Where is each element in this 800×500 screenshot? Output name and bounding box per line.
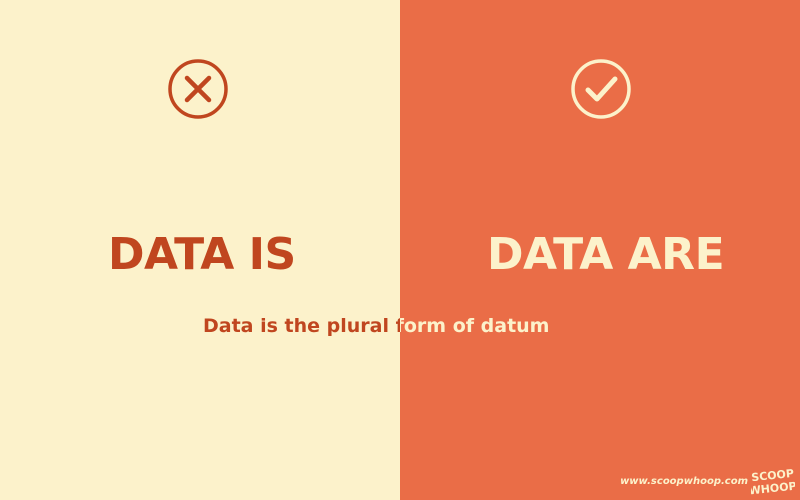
cross-circle-icon: [167, 58, 229, 120]
footer-url: www.scoopwhoop.com: [620, 476, 748, 487]
caption-right-part: Data is the plural form of datum: [400, 313, 800, 339]
caption-text: Data is the plural form of datum: [203, 315, 400, 337]
caption-text-overlay: Data is the plural form of datum: [400, 315, 550, 337]
caption: Data is the plural form of datum Data is…: [0, 313, 800, 339]
caption-left-part: Data is the plural form of datum: [0, 313, 400, 339]
heading-data-is: DATA IS: [108, 229, 296, 280]
heading-data-are: DATA ARE: [487, 229, 725, 280]
scoopwhoop-logo-icon: SCOOP WHOOP: [751, 466, 795, 496]
check-circle-icon: [570, 58, 632, 120]
